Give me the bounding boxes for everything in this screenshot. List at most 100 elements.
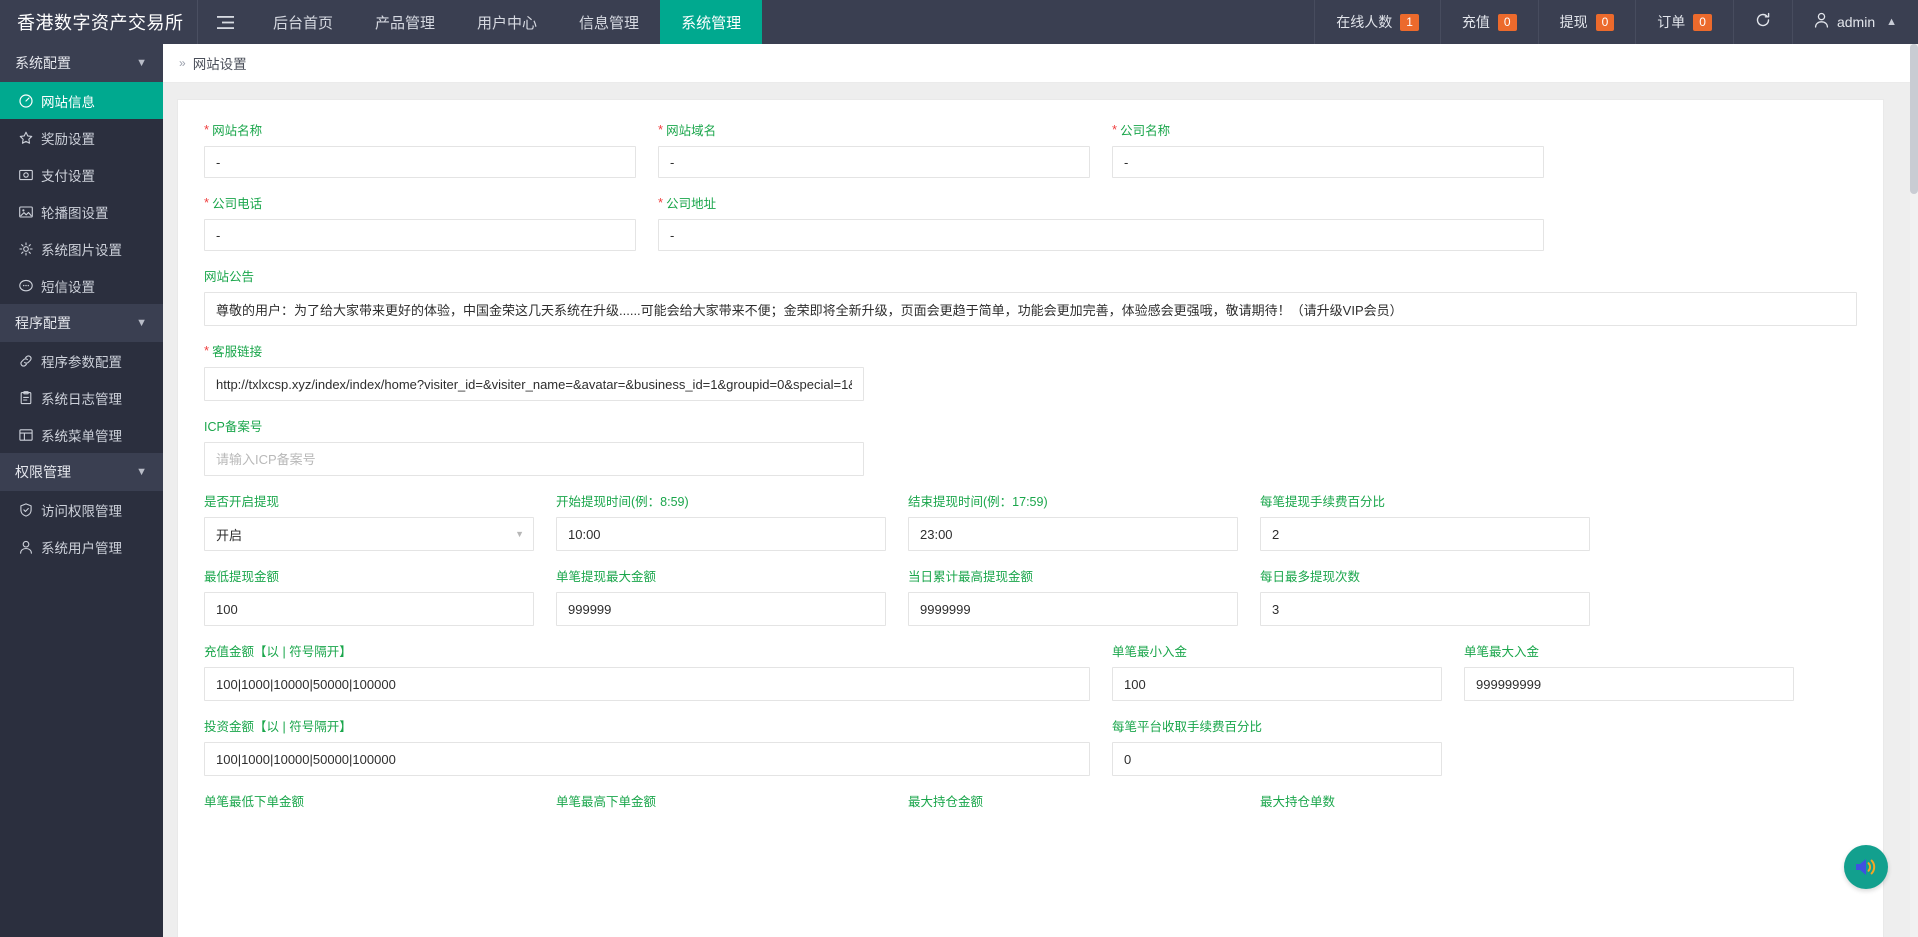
form-row-withdraw-1: 是否开启提现 ▼ 开始提现时间(例：8:59) <box>204 495 1857 551</box>
form-row-2: * 公司电话 * 公司地址 <box>204 197 1857 251</box>
service-link-input[interactable] <box>204 367 864 401</box>
sidebar-group-permissions[interactable]: 权限管理 ▼ <box>0 453 163 491</box>
recharge-min-input[interactable] <box>1112 667 1442 701</box>
sidebar-group-label: 程序配置 <box>15 313 71 333</box>
required-marker: * <box>658 124 663 136</box>
label-text: 开始提现时间(例：8:59) <box>556 495 689 509</box>
sidebar-item-sms-settings[interactable]: 短信设置 <box>0 267 163 304</box>
field-announcement-label: 网站公告 <box>204 270 1857 284</box>
sidebar-item-system-images[interactable]: 系统图片设置 <box>0 230 163 267</box>
sidebar-group-system-config[interactable]: 系统配置 ▼ <box>0 44 163 82</box>
brand-title: 香港数字资产交易所 <box>0 0 198 44</box>
sidebar-item-label: 奖励设置 <box>41 128 95 148</box>
invest-amounts-input[interactable] <box>204 742 1090 776</box>
site-domain-input[interactable] <box>658 146 1090 178</box>
stat-online-users[interactable]: 在线人数 1 <box>1314 0 1440 44</box>
nav-tab-home[interactable]: 后台首页 <box>252 0 354 44</box>
label-text: 充值金额【以 | 符号隔开】 <box>204 645 352 659</box>
nav-tab-products[interactable]: 产品管理 <box>354 0 456 44</box>
star-icon <box>18 130 33 145</box>
company-phone-input[interactable] <box>204 219 636 251</box>
stat-recharge[interactable]: 充值 0 <box>1440 0 1538 44</box>
site-name-input[interactable] <box>204 146 636 178</box>
announcement-input[interactable] <box>204 292 1857 326</box>
withdraw-start-input[interactable] <box>556 517 886 551</box>
main-nav-tabs: 后台首页 产品管理 用户中心 信息管理 系统管理 <box>252 0 762 44</box>
nav-tab-info[interactable]: 信息管理 <box>558 0 660 44</box>
field-company-address-label: * 公司地址 <box>658 197 1544 211</box>
sidebar-item-label: 轮播图设置 <box>41 202 109 222</box>
label-text: 客服链接 <box>212 345 262 359</box>
recharge-max-input[interactable] <box>1464 667 1794 701</box>
field-recharge-min-label: 单笔最小入金 <box>1112 645 1442 659</box>
field-order-max: 单笔最高下单金额 <box>556 795 886 817</box>
refresh-button[interactable] <box>1733 0 1792 44</box>
withdraw-min-input[interactable] <box>204 592 534 626</box>
field-announcement: 网站公告 <box>204 270 1857 326</box>
withdraw-max-input[interactable] <box>556 592 886 626</box>
field-site-name: * 网站名称 <box>204 124 636 178</box>
main-content: » 网站设置 * 网站名称 * <box>163 44 1910 937</box>
field-service-link-label: * 客服链接 <box>204 345 864 359</box>
sidebar-item-site-info[interactable]: 网站信息 <box>0 82 163 119</box>
withdraw-daily-max-input[interactable] <box>908 592 1238 626</box>
withdraw-times-input[interactable] <box>1260 592 1590 626</box>
withdraw-fee-input[interactable] <box>1260 517 1590 551</box>
recharge-amounts-input[interactable] <box>204 667 1090 701</box>
sidebar-item-system-menus[interactable]: 系统菜单管理 <box>0 416 163 453</box>
sidebar-item-program-params[interactable]: 程序参数配置 <box>0 342 163 379</box>
sidebar-item-system-logs[interactable]: 系统日志管理 <box>0 379 163 416</box>
nav-tab-users[interactable]: 用户中心 <box>456 0 558 44</box>
sidebar-item-label: 短信设置 <box>41 276 95 296</box>
field-company-name: * 公司名称 <box>1112 124 1544 178</box>
breadcrumb: » 网站设置 <box>163 44 1910 83</box>
sound-toggle-button[interactable] <box>1844 845 1888 889</box>
chevron-down-icon: ▼ <box>136 57 147 69</box>
platform-fee-input[interactable] <box>1112 742 1442 776</box>
form-row-withdraw-2: 最低提现金额 单笔提现最大金额 当日累计最高提现金额 <box>204 570 1857 626</box>
field-withdraw-end: 结束提现时间(例：17:59) <box>908 495 1238 551</box>
company-address-input[interactable] <box>658 219 1544 251</box>
sidebar-item-access-permissions[interactable]: 访问权限管理 <box>0 491 163 528</box>
stat-withdraw[interactable]: 提现 0 <box>1538 0 1636 44</box>
field-withdraw-times: 每日最多提现次数 <box>1260 570 1590 626</box>
field-withdraw-max: 单笔提现最大金额 <box>556 570 886 626</box>
required-marker: * <box>204 124 209 136</box>
stat-orders[interactable]: 订单 0 <box>1635 0 1733 44</box>
sidebar-item-label: 程序参数配置 <box>41 351 122 371</box>
company-name-input[interactable] <box>1112 146 1544 178</box>
withdraw-enable-select[interactable] <box>204 517 534 551</box>
stat-orders-badge: 0 <box>1693 14 1712 31</box>
sidebar-item-reward-settings[interactable]: 奖励设置 <box>0 119 163 156</box>
field-service-link: * 客服链接 <box>204 345 864 401</box>
stat-recharge-label: 充值 <box>1462 12 1490 32</box>
user-menu[interactable]: admin ▲ <box>1792 0 1918 44</box>
field-withdraw-max-label: 单笔提现最大金额 <box>556 570 886 584</box>
form-row-order-limits-labels: 单笔最低下单金额 单笔最高下单金额 最大持仓金额 最大持仓单数 <box>204 795 1857 817</box>
menu-fold-icon[interactable] <box>198 0 252 44</box>
field-recharge-max: 单笔最大入金 <box>1464 645 1794 701</box>
field-withdraw-daily-max: 当日累计最高提现金额 <box>908 570 1238 626</box>
message-icon <box>18 278 33 293</box>
field-site-domain: * 网站域名 <box>658 124 1090 178</box>
sidebar-item-label: 网站信息 <box>41 91 95 111</box>
field-withdraw-min-label: 最低提现金额 <box>204 570 534 584</box>
sidebar-item-payment-settings[interactable]: 支付设置 <box>0 156 163 193</box>
nav-tab-system[interactable]: 系统管理 <box>660 0 762 44</box>
required-marker: * <box>204 197 209 209</box>
field-position-max-amount-label: 最大持仓金额 <box>908 795 1238 809</box>
icp-input[interactable] <box>204 442 864 476</box>
withdraw-enable-select-wrap: ▼ <box>204 517 534 551</box>
sidebar-item-system-users[interactable]: 系统用户管理 <box>0 528 163 565</box>
sidebar-group-program-config[interactable]: 程序配置 ▼ <box>0 304 163 342</box>
form-row-1: * 网站名称 * 网站域名 * <box>204 124 1857 178</box>
withdraw-end-input[interactable] <box>908 517 1238 551</box>
page-scrollbar[interactable] <box>1910 44 1918 937</box>
page-scrollbar-thumb[interactable] <box>1910 44 1918 194</box>
field-company-name-label: * 公司名称 <box>1112 124 1544 138</box>
field-site-domain-label: * 网站域名 <box>658 124 1090 138</box>
label-text: 网站域名 <box>666 124 716 138</box>
sidebar-item-carousel-settings[interactable]: 轮播图设置 <box>0 193 163 230</box>
top-header: 香港数字资产交易所 后台首页 产品管理 用户中心 信息管理 系统管理 在线人数 … <box>0 0 1918 44</box>
label-text: 网站公告 <box>204 270 254 284</box>
